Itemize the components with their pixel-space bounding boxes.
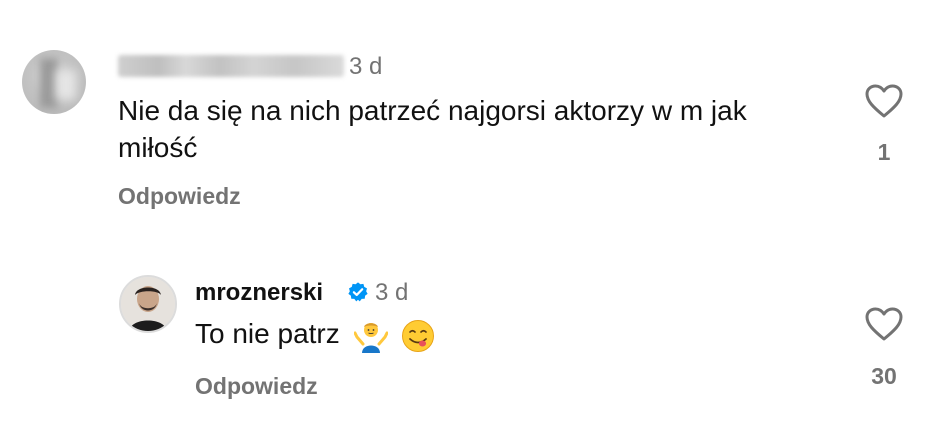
avatar-photo bbox=[121, 277, 175, 331]
reply-button[interactable]: Odpowiedz bbox=[195, 373, 318, 400]
comment-username[interactable]: mroznerski bbox=[195, 279, 323, 307]
avatar[interactable] bbox=[22, 50, 86, 114]
verified-badge-icon bbox=[348, 282, 368, 302]
like-count: 1 bbox=[877, 139, 891, 165]
heart-icon[interactable] bbox=[864, 306, 904, 342]
face-savoring-food-emoji bbox=[402, 319, 435, 352]
comment-text-row: To nie patrz bbox=[195, 318, 435, 353]
person-shrugging-emoji bbox=[353, 322, 388, 353]
comment-username[interactable] bbox=[118, 55, 344, 77]
like-count: 30 bbox=[871, 363, 897, 389]
comment-timestamp: 3 d bbox=[349, 53, 383, 80]
comment-timestamp: 3 d bbox=[375, 279, 409, 306]
reply-button[interactable]: Odpowiedz bbox=[118, 183, 241, 210]
comment-text: Nie da się na nich patrzeć najgorsi akto… bbox=[118, 95, 747, 163]
comment-text: To nie patrz bbox=[195, 318, 340, 349]
heart-icon[interactable] bbox=[864, 83, 904, 119]
avatar[interactable] bbox=[119, 275, 177, 333]
